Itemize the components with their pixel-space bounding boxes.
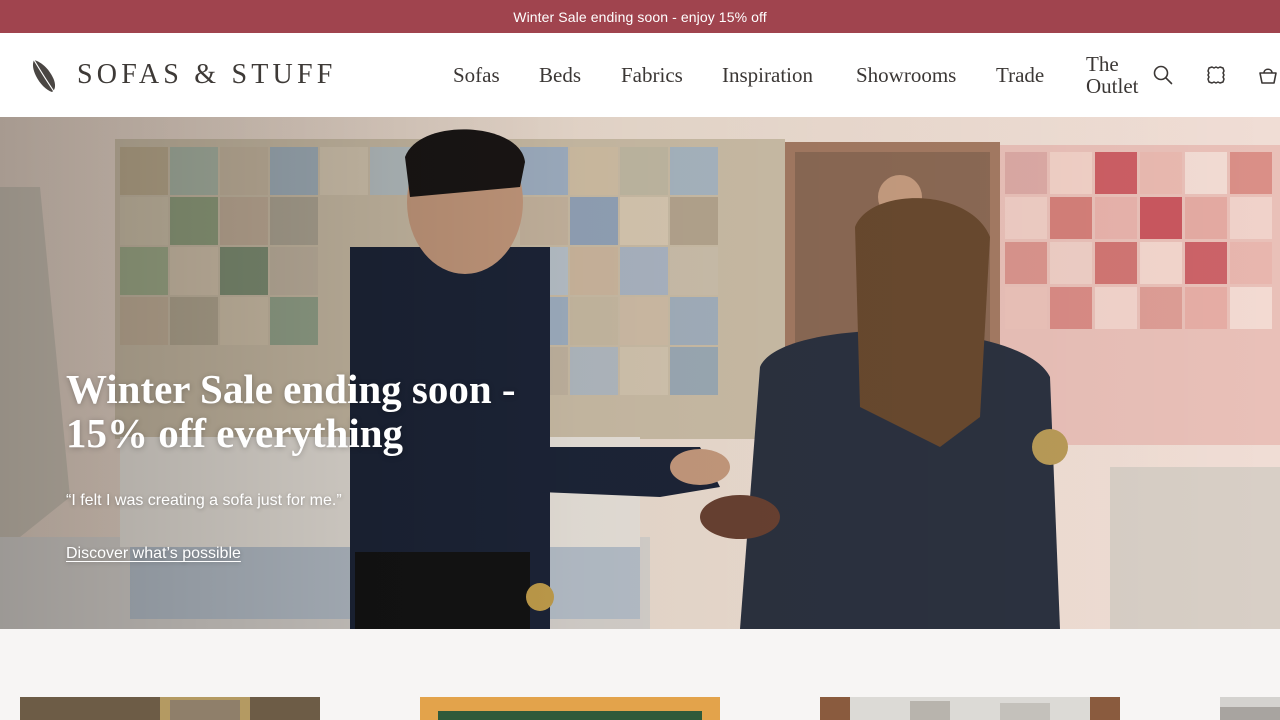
feature-card-2[interactable]: [420, 697, 720, 720]
search-button[interactable]: [1149, 61, 1177, 89]
feature-cards-section: [0, 629, 1280, 720]
feature-card-1[interactable]: [20, 697, 320, 720]
hero-quote: “I felt I was creating a sofa just for m…: [66, 492, 342, 509]
nav-inspiration[interactable]: Inspiration: [722, 33, 813, 117]
hero-title: Winter Sale ending soon - 15% off everyt…: [66, 366, 516, 456]
nav-the-outlet-line1: The: [1086, 52, 1119, 76]
basket-button[interactable]: [1254, 61, 1280, 89]
announcement-text: Winter Sale ending soon - enjoy 15% off: [513, 8, 767, 25]
brand-name: SOFAS & STUFF: [77, 59, 337, 90]
nav-showrooms[interactable]: Showrooms: [856, 33, 956, 117]
nav-sofas[interactable]: Sofas: [453, 33, 500, 117]
feature-card-3[interactable]: [820, 697, 1120, 720]
nav-the-outlet[interactable]: The Outlet: [1086, 33, 1139, 117]
basket-icon: [1259, 68, 1277, 84]
discover-link[interactable]: Discover what’s possible: [66, 545, 241, 563]
fabric-swatch-icon: [1207, 66, 1225, 84]
nav-fabrics[interactable]: Fabrics: [621, 33, 683, 117]
nav-beds[interactable]: Beds: [539, 33, 581, 117]
nav-the-outlet-line2: Outlet: [1086, 74, 1139, 98]
feather-icon: [32, 59, 56, 94]
feature-card-4-image: [1220, 697, 1280, 720]
announcement-bar: Winter Sale ending soon - enjoy 15% off: [0, 0, 1280, 33]
feature-card-1-image: [20, 697, 320, 720]
feature-card-2-image: [420, 697, 720, 720]
nav-trade[interactable]: Trade: [996, 33, 1044, 117]
site-header: SOFAS & STUFF Sofas Beds Fabrics Inspira…: [0, 33, 1280, 117]
fabric-swatches-button[interactable]: [1202, 61, 1230, 89]
feature-card-3-image: [820, 697, 1120, 720]
feature-card-4[interactable]: [1220, 697, 1280, 720]
logo-link[interactable]: SOFAS & STUFF: [28, 55, 337, 95]
hero-banner: Winter Sale ending soon - 15% off everyt…: [0, 117, 1280, 629]
search-icon: [1153, 65, 1173, 85]
